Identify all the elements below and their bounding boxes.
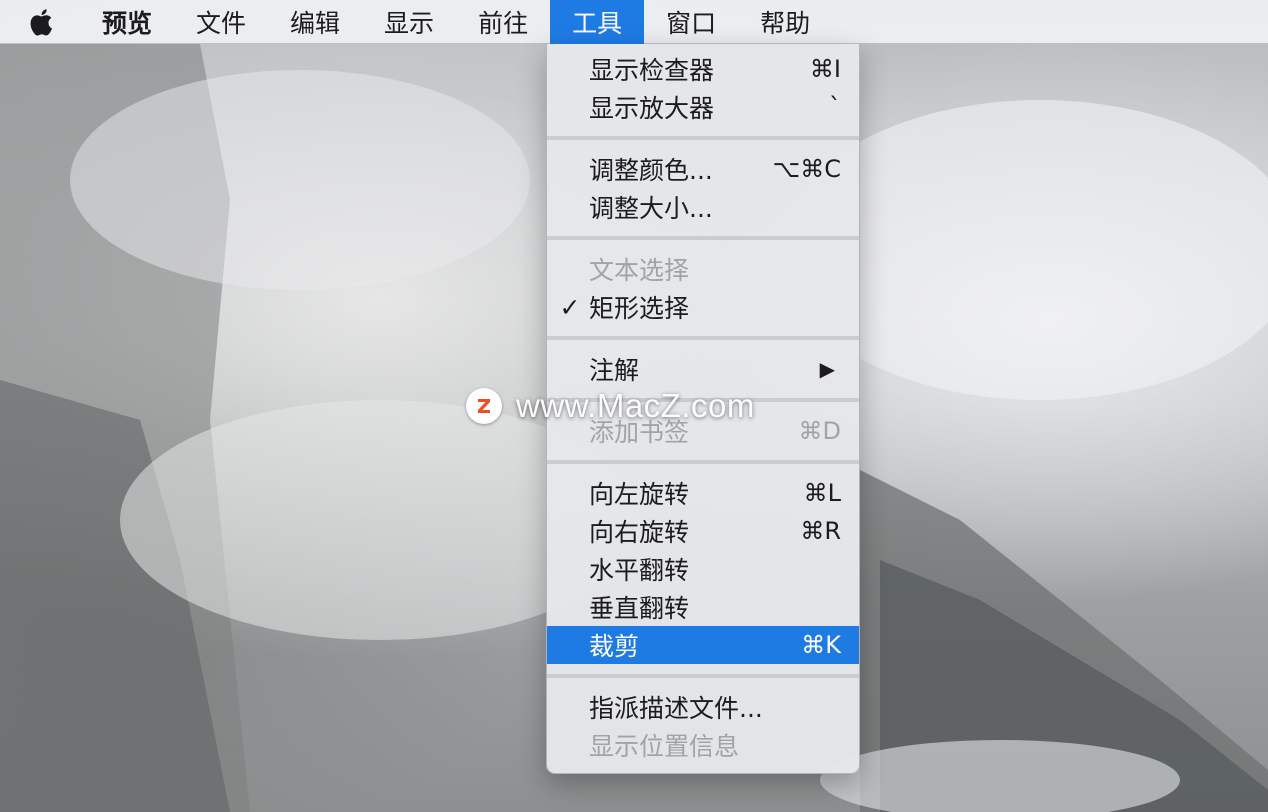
menu-item-crop[interactable]: 裁剪 ⌘K: [547, 626, 859, 664]
checkmark-icon: ✓: [559, 292, 581, 322]
menu-item-add-bookmark: 添加书签 ⌘D: [547, 412, 859, 450]
menu-separator: [547, 664, 859, 688]
menu-item-shortcut: ⌘I: [809, 55, 841, 83]
menu-item-shortcut: ⌘D: [798, 417, 841, 445]
menu-bar: 预览 文件 编辑 显示 前往 工具 窗口 帮助: [0, 0, 1268, 44]
menu-item-label: 垂直翻转: [589, 594, 690, 623]
menu-file[interactable]: 文件: [174, 0, 268, 44]
menu-item-label: 文本选择: [589, 256, 690, 285]
apple-logo-icon: [30, 8, 52, 36]
menu-item-assign-profile[interactable]: 指派描述文件...: [547, 688, 859, 726]
menu-item-label: 显示位置信息: [589, 732, 740, 761]
menu-item-rotate-right[interactable]: 向右旋转 ⌘R: [547, 512, 859, 550]
menu-item-shortcut: ⌥⌘C: [772, 155, 841, 183]
menu-edit[interactable]: 编辑: [268, 0, 362, 44]
menu-item-shortcut: ⌘K: [801, 631, 841, 659]
menu-item-label: 水平翻转: [589, 556, 690, 585]
menu-item-label: 注解: [589, 356, 640, 385]
menu-item-label: 向右旋转: [589, 518, 690, 547]
menu-app-name[interactable]: 预览: [80, 0, 174, 44]
menu-item-show-location-info: 显示位置信息: [547, 726, 859, 764]
menu-item-adjust-size[interactable]: 调整大小...: [547, 188, 859, 226]
menu-item-label: 显示放大器: [589, 94, 715, 123]
menu-item-shortcut: `: [829, 93, 841, 121]
menu-item-rotate-left[interactable]: 向左旋转 ⌘L: [547, 474, 859, 512]
menu-help[interactable]: 帮助: [738, 0, 832, 44]
menu-item-label: 向左旋转: [589, 480, 690, 509]
menu-item-flip-horizontal[interactable]: 水平翻转: [547, 550, 859, 588]
menu-separator: [547, 226, 859, 250]
menu-item-label: 矩形选择: [589, 294, 690, 323]
menu-view[interactable]: 显示: [362, 0, 456, 44]
menu-separator: [547, 450, 859, 474]
menu-item-show-magnifier[interactable]: 显示放大器 `: [547, 88, 859, 126]
menu-item-flip-vertical[interactable]: 垂直翻转: [547, 588, 859, 626]
menu-item-shortcut: ⌘R: [800, 517, 841, 545]
menu-item-show-inspector[interactable]: 显示检查器 ⌘I: [547, 50, 859, 88]
menu-separator: [547, 326, 859, 350]
menu-item-adjust-color[interactable]: 调整颜色... ⌥⌘C: [547, 150, 859, 188]
apple-menu[interactable]: [0, 0, 80, 44]
submenu-arrow-icon: ▶: [819, 357, 835, 381]
menu-item-label: 指派描述文件...: [589, 694, 763, 723]
menu-item-label: 调整颜色...: [589, 156, 713, 185]
menu-item-annotate[interactable]: 注解 ▶: [547, 350, 859, 388]
menu-item-label: 调整大小...: [589, 194, 713, 223]
menu-item-label: 添加书签: [589, 418, 690, 447]
menu-item-text-selection: 文本选择: [547, 250, 859, 288]
menu-separator: [547, 126, 859, 150]
menu-item-shortcut: ⌘L: [803, 479, 841, 507]
menu-item-label: 显示检查器: [589, 56, 715, 85]
menu-tools[interactable]: 工具: [550, 0, 645, 44]
menu-window[interactable]: 窗口: [644, 0, 738, 44]
tools-dropdown-menu: 显示检查器 ⌘I 显示放大器 ` 调整颜色... ⌥⌘C 调整大小... 文本选…: [546, 44, 860, 774]
menu-separator: [547, 388, 859, 412]
menu-go[interactable]: 前往: [456, 0, 550, 44]
menu-item-label: 裁剪: [589, 632, 640, 661]
menu-item-rectangular-selection[interactable]: ✓ 矩形选择: [547, 288, 859, 326]
